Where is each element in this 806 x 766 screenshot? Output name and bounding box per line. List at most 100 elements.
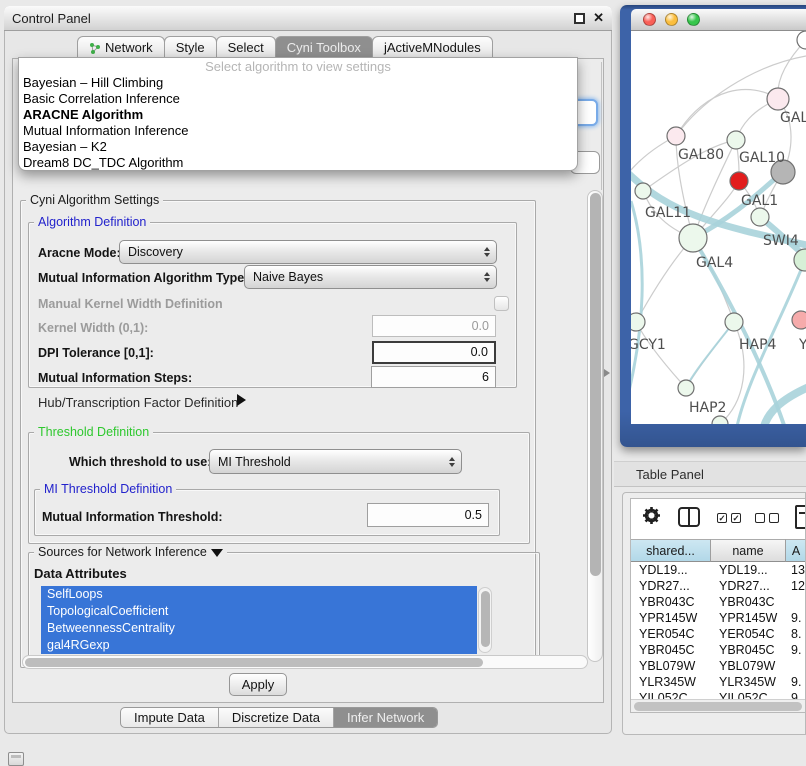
split-pane-arrow-icon[interactable] <box>604 369 610 377</box>
table-row[interactable]: YBL079WYBL079W <box>631 658 806 674</box>
tab-jactivemnodules[interactable]: jActiveMNodules <box>372 36 493 58</box>
column-header-name[interactable]: name <box>711 539 786 562</box>
network-node[interactable] <box>792 311 806 329</box>
aracne-mode-value: Discovery <box>128 245 183 259</box>
attributes-scrollbar-thumb[interactable] <box>481 591 490 647</box>
float-window-icon[interactable] <box>574 13 585 24</box>
tab-impute-data[interactable]: Impute Data <box>121 708 218 727</box>
attribute-item-selected[interactable]: gal4RGexp <box>41 637 477 654</box>
network-node-gal10[interactable] <box>727 131 745 149</box>
tab-discretize-data[interactable]: Discretize Data <box>218 708 333 727</box>
network-node-hap4[interactable] <box>725 313 743 331</box>
tab-style[interactable]: Style <box>164 36 217 58</box>
cell-shared-name: YDR27... <box>631 578 711 594</box>
tab-select[interactable]: Select <box>216 36 276 58</box>
mi-threshold-input[interactable]: 0.5 <box>367 503 489 527</box>
tab-infer-network[interactable]: Infer Network <box>333 708 437 727</box>
network-node-gal1[interactable] <box>730 172 748 190</box>
settings-horizontal-scrollbar[interactable] <box>22 655 588 669</box>
zoom-traffic-light-icon[interactable] <box>687 13 700 26</box>
kernel-width-input[interactable]: 0.0 <box>372 315 496 337</box>
algorithm-dropdown-popup: Select algorithm to view settings Bayesi… <box>18 57 578 171</box>
aracne-mode-label: Aracne Mode: <box>38 246 121 260</box>
tab-network[interactable]: Network <box>77 36 165 58</box>
attribute-item-selected[interactable]: SelfLoops <box>41 586 477 603</box>
close-traffic-light-icon[interactable] <box>643 13 656 26</box>
table-row[interactable]: YLR345WYLR345W9. <box>631 674 806 690</box>
which-threshold-combo[interactable]: MI Threshold <box>209 449 462 474</box>
table-panel-title: Table Panel <box>636 467 704 482</box>
combo-arrows-icon <box>484 266 490 288</box>
table-rows: YDL19...YDL19...13 YDR27...YDR27...12 YB… <box>631 562 806 706</box>
dropdown-item[interactable]: Dream8 DC_TDC Algorithm <box>19 155 577 171</box>
settings-vertical-scrollbar[interactable] <box>587 190 603 662</box>
dropdown-item[interactable]: Bayesian – K2 <box>19 139 577 155</box>
network-canvas[interactable]: GAL GAL80 GAL10 GAL1 GAL11 SWI4 GAL4 HAP… <box>631 31 806 424</box>
dock-panel-icon[interactable] <box>8 752 24 766</box>
network-node[interactable] <box>767 88 789 110</box>
dpi-tolerance-input[interactable]: 0.0 <box>372 341 496 364</box>
cell-value <box>786 594 806 610</box>
table-row[interactable]: YDR27...YDR27...12 <box>631 578 806 594</box>
table-row[interactable]: YER054CYER054C8. <box>631 626 806 642</box>
export-table-icon[interactable] <box>795 505 806 529</box>
dropdown-item[interactable]: Mutual Information Inference <box>19 123 577 139</box>
network-node-swi4[interactable] <box>751 208 769 226</box>
tab-cyni-toolbox[interactable]: Cyni Toolbox <box>275 36 373 58</box>
algorithm-definition-title: Algorithm Definition <box>34 215 150 229</box>
cell-shared-name: YDL19... <box>631 562 711 578</box>
checked-box-icon[interactable]: ✓ <box>717 513 727 523</box>
table-row[interactable]: YBR043CYBR043C <box>631 594 806 610</box>
node-label: GAL11 <box>645 205 691 221</box>
manual-kernel-width-checkbox[interactable] <box>494 296 509 311</box>
column-settings-icon[interactable] <box>678 507 700 527</box>
column-header-shared-name[interactable]: shared... <box>631 539 711 562</box>
mi-algorithm-type-combo[interactable]: Naive Bayes <box>244 265 497 289</box>
cell-value: 12 <box>786 578 806 594</box>
network-node-hap2[interactable] <box>678 380 694 396</box>
network-node-gal4[interactable] <box>679 224 707 252</box>
close-icon[interactable]: ✕ <box>593 10 604 26</box>
which-threshold-label: Which threshold to use: <box>69 455 211 469</box>
minimize-traffic-light-icon[interactable] <box>665 13 678 26</box>
table-horizontal-scrollbar[interactable] <box>631 699 806 713</box>
unchecked-box-icon[interactable] <box>769 513 779 523</box>
settings-horizontal-scrollbar-thumb[interactable] <box>25 658 483 667</box>
network-node[interactable] <box>794 249 806 271</box>
node-label: GAL <box>780 110 806 126</box>
table-row[interactable]: YBR045CYBR045C9. <box>631 642 806 658</box>
unchecked-box-icon[interactable] <box>755 513 765 523</box>
mi-steps-input[interactable]: 6 <box>371 366 496 388</box>
dropdown-item[interactable]: Bayesian – Hill Climbing <box>19 75 577 91</box>
aracne-mode-combo[interactable]: Discovery <box>119 240 497 264</box>
table-row[interactable]: YDL19...YDL19...13 <box>631 562 806 578</box>
network-node-gal11[interactable] <box>635 183 651 199</box>
network-node[interactable] <box>797 31 806 49</box>
data-attributes-list: SelfLoops TopologicalCoefficient Between… <box>41 586 477 654</box>
network-node[interactable] <box>712 416 728 424</box>
table-horizontal-scrollbar-thumb[interactable] <box>634 702 802 711</box>
network-node-gcy1[interactable] <box>631 313 645 331</box>
gear-icon[interactable] <box>642 506 661 530</box>
data-attributes-label: Data Attributes <box>34 566 127 581</box>
apply-button[interactable]: Apply <box>229 673 287 696</box>
attribute-item-selected[interactable]: TopologicalCoefficient <box>41 603 477 620</box>
attribute-item-selected[interactable]: BetweennessCentrality <box>41 620 477 637</box>
collapse-arrow-icon[interactable] <box>211 549 223 557</box>
attributes-scrollbar[interactable] <box>478 587 492 653</box>
cell-shared-name: YLR345W <box>631 674 711 690</box>
node-label: GAL80 <box>678 147 724 163</box>
dropdown-item-selected[interactable]: ARACNE Algorithm <box>19 107 577 123</box>
network-graph: GAL GAL80 GAL10 GAL1 GAL11 SWI4 GAL4 HAP… <box>631 31 806 424</box>
expand-arrow-icon[interactable] <box>237 394 246 406</box>
network-node-gal80[interactable] <box>667 127 685 145</box>
settings-vertical-scrollbar-thumb[interactable] <box>590 193 601 576</box>
dropdown-item[interactable]: Basic Correlation Inference <box>19 91 577 107</box>
checked-box-icon[interactable]: ✓ <box>731 513 741 523</box>
panel-border-fragment <box>601 62 602 190</box>
table-row[interactable]: YPR145WYPR145W9. <box>631 610 806 626</box>
cell-name: YDR27... <box>711 578 786 594</box>
node-label: GAL10 <box>739 150 785 166</box>
cell-value: 9. <box>786 610 806 626</box>
column-header-partial[interactable]: A <box>786 539 806 562</box>
